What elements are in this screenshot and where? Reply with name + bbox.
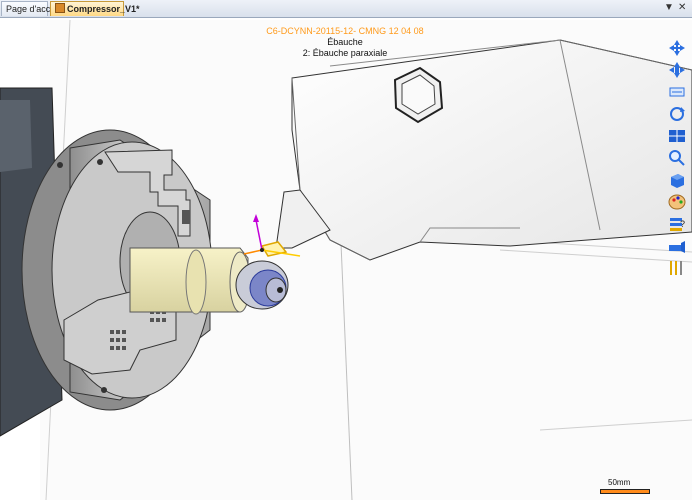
zoom-icon[interactable] xyxy=(666,148,688,167)
box-view-icon[interactable] xyxy=(666,170,688,189)
operation-name: Ébauche xyxy=(327,37,363,47)
document-tab-bar: Page d'accueil Compressor_V1* ▼ ✕ xyxy=(0,0,692,18)
rotate-icon[interactable] xyxy=(666,104,688,123)
document-icon xyxy=(55,3,65,13)
pan-icon[interactable] xyxy=(666,38,688,57)
tab-menu-icon[interactable]: ▼ xyxy=(664,2,674,13)
views-icon[interactable] xyxy=(666,126,688,145)
scale-label: 50mm xyxy=(608,478,631,487)
tab-compressor-label: Compressor_V1* xyxy=(67,4,140,14)
svg-text:?: ? xyxy=(680,219,685,229)
help-icon[interactable]: ? xyxy=(666,214,688,233)
view-toolbar: ? xyxy=(660,38,690,280)
zoom-window-icon[interactable] xyxy=(666,82,688,101)
turret-head xyxy=(291,39,692,261)
scale-bar xyxy=(600,489,650,494)
tab-close-icon[interactable]: ✕ xyxy=(678,2,686,13)
operation-subname: 2: Ébauche paraxiale xyxy=(302,48,388,58)
machine-scene xyxy=(0,19,692,500)
3d-viewport[interactable]: C6-DCYNN-20115-12- CMNG 12 04 08 Ébauche… xyxy=(0,18,692,500)
tool-holder-icon[interactable] xyxy=(666,236,688,255)
pan-icon[interactable] xyxy=(666,60,688,79)
program-name: C6-DCYNN-20115-12- CMNG 12 04 08 xyxy=(266,26,424,36)
tab-compressor[interactable]: Compressor_V1* xyxy=(50,1,140,16)
tab-home[interactable]: Page d'accueil xyxy=(1,1,64,16)
toolpath-icon[interactable] xyxy=(666,258,688,277)
color-palette-icon[interactable] xyxy=(666,192,688,211)
scale-indicator: 50mm xyxy=(600,478,654,494)
